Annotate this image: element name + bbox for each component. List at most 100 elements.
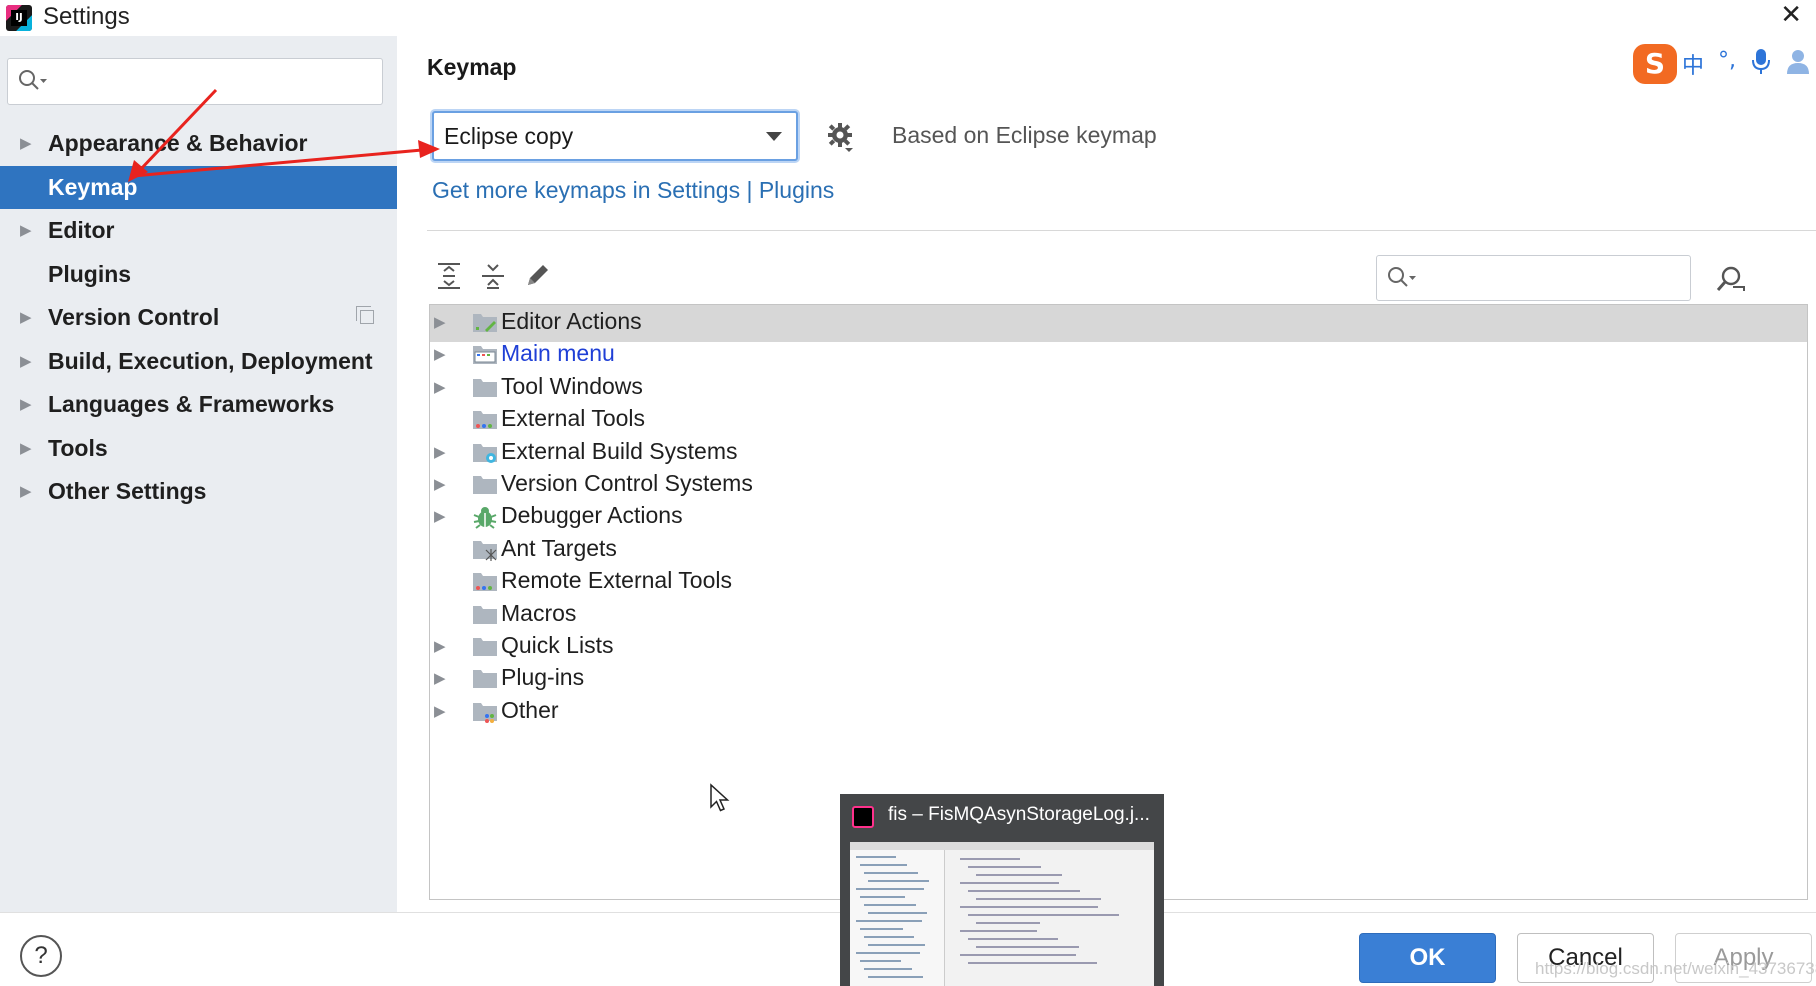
settings-sidebar: ▶ Appearance & Behavior Keymap ▶ Editor Plugi…	[0, 36, 397, 912]
sidebar-item-label: Languages & Frameworks	[48, 391, 335, 417]
sidebar-item-label: Tools	[48, 434, 108, 461]
folder-icon	[473, 378, 497, 397]
expand-arrow-icon[interactable]: ▶	[20, 383, 32, 427]
tree-row[interactable]: ▶ Other	[430, 694, 1807, 731]
watermark-text: https://blog.csdn.net/weixin_43736738	[1535, 959, 1816, 978]
tree-row-label: Remote External Tools	[501, 567, 732, 594]
thumbnail-line	[868, 880, 929, 882]
expand-arrow-icon[interactable]: ▶	[434, 637, 446, 655]
thumbnail-line	[860, 960, 901, 962]
thumbnail-line	[860, 896, 905, 898]
sidebar-item-version-control[interactable]: ▶ Version Control	[0, 296, 397, 340]
sidebar-item-label: Version Control	[48, 304, 220, 330]
folder-icon	[473, 476, 497, 494]
tree-row-label: Main menu	[501, 340, 615, 367]
based-on-label: Based on Eclipse keymap	[892, 122, 1157, 148]
sidebar-item-tools[interactable]: ▶ Tools	[0, 427, 397, 471]
preview-title: fis – FisMQAsynStorageLog.j...	[888, 804, 1150, 825]
page-title: Keymap	[427, 54, 517, 80]
expand-arrow-icon[interactable]: ▶	[434, 378, 446, 396]
expand-arrow-icon[interactable]: ▶	[434, 702, 446, 720]
tree-row-label: Ant Targets	[501, 534, 617, 561]
sidebar-item-plugins[interactable]: Plugins	[0, 253, 397, 297]
sidebar-item-keymap[interactable]: Keymap	[0, 165, 397, 209]
tree-row-label: Other	[501, 696, 559, 723]
tree-row-label: Plug-ins	[501, 664, 585, 691]
close-icon[interactable]: ✕	[1780, 0, 1802, 30]
thumbnail-line	[864, 968, 912, 970]
external-tools-icon	[473, 411, 497, 430]
thumbnail-code-line	[968, 938, 1058, 940]
mouse-cursor-icon	[710, 783, 730, 812]
collapse-all-icon[interactable]	[481, 262, 505, 290]
thumbnail-code-line	[960, 906, 1098, 908]
sidebar-item-label: Appearance & Behavior	[48, 130, 308, 156]
expand-arrow-icon[interactable]: ▶	[434, 313, 446, 331]
expand-arrow-icon[interactable]: ▶	[434, 475, 446, 493]
tree-row-label: Editor Actions	[501, 308, 642, 334]
sidebar-item-label: Build, Execution, Deployment	[48, 347, 373, 374]
taskbar-window-preview[interactable]: fis – FisMQAsynStorageLog.j...	[840, 794, 1164, 986]
thumbnail-line	[864, 904, 916, 906]
thumbnail-line	[856, 952, 920, 954]
thumbnail-line	[856, 856, 896, 858]
other-icon	[473, 702, 497, 723]
thumbnail-line	[868, 912, 927, 914]
expand-arrow-icon[interactable]: ▶	[434, 669, 446, 687]
expand-arrow-icon[interactable]: ▶	[20, 340, 32, 384]
gear-icon[interactable]	[827, 122, 855, 152]
window-title: Settings	[43, 3, 130, 30]
expand-arrow-icon[interactable]: ▶	[20, 296, 32, 340]
thumbnail-line	[860, 864, 907, 866]
expand-arrow-icon[interactable]: ▶	[20, 209, 32, 253]
sidebar-item-languages-frameworks[interactable]: ▶ Languages & Frameworks	[0, 383, 397, 427]
thumbnail-code-line	[976, 946, 1079, 948]
tree-row-label: Macros	[501, 599, 577, 626]
tree-row-label: External Build Systems	[501, 437, 738, 464]
help-button[interactable]: ?	[20, 935, 62, 977]
external-tools-icon	[473, 573, 497, 592]
folder-icon	[473, 605, 497, 624]
thumbnail-code-line	[960, 954, 1076, 956]
tree-row-label: Debugger Actions	[501, 502, 683, 529]
sidebar-item-build-execution-deployment[interactable]: ▶ Build, Execution, Deployment	[0, 340, 397, 384]
keymap-select[interactable]: Eclipse copy	[432, 111, 798, 161]
keymap-search-input[interactable]	[1376, 255, 1691, 301]
sidebar-item-appearance-behavior[interactable]: ▶ Appearance & Behavior	[0, 122, 397, 166]
folder-icon	[473, 670, 497, 689]
expand-all-icon[interactable]	[437, 262, 461, 290]
thumbnail-code-line	[960, 858, 1020, 860]
thumbnail-line	[856, 888, 924, 890]
settings-search-input[interactable]	[7, 58, 383, 105]
debugger-bug-icon	[473, 507, 497, 530]
tree-row-label: External Tools	[501, 405, 646, 432]
chevron-down-icon	[766, 132, 782, 141]
folder-icon	[473, 638, 497, 656]
settings-nav: ▶ Appearance & Behavior Keymap ▶ Editor Plugi…	[0, 122, 397, 514]
editor-actions-icon	[473, 314, 497, 332]
search-icon	[1388, 267, 1416, 287]
keymap-panel: Keymap Eclipse copy Based on Eclipse key…	[397, 36, 1816, 912]
thumbnail-line	[856, 920, 922, 922]
thumbnail-line	[864, 936, 914, 938]
expand-arrow-icon[interactable]: ▶	[20, 427, 32, 471]
more-keymaps-link[interactable]: Get more keymaps in Settings | Plugins	[432, 177, 834, 204]
project-scope-icon	[356, 306, 374, 324]
keymap-select-value: Eclipse copy	[444, 123, 574, 149]
expand-arrow-icon[interactable]: ▶	[20, 470, 32, 514]
find-by-shortcut-icon[interactable]	[1716, 265, 1746, 293]
expand-arrow-icon[interactable]: ▶	[20, 122, 32, 166]
edit-pencil-icon[interactable]	[525, 262, 551, 290]
search-icon	[19, 70, 47, 90]
sidebar-item-editor[interactable]: ▶ Editor	[0, 209, 397, 253]
ok-button[interactable]: OK	[1359, 933, 1496, 983]
sidebar-item-other-settings[interactable]: ▶ Other Settings	[0, 470, 397, 514]
tree-row-label: Quick Lists	[501, 632, 614, 658]
thumbnail-line	[864, 872, 918, 874]
sidebar-item-label: Other Settings	[48, 478, 207, 504]
expand-arrow-icon[interactable]: ▶	[434, 443, 446, 461]
thumbnail-code-line	[960, 930, 1037, 932]
ant-icon	[473, 540, 497, 561]
expand-arrow-icon[interactable]: ▶	[434, 345, 446, 363]
expand-arrow-icon[interactable]: ▶	[434, 507, 446, 525]
